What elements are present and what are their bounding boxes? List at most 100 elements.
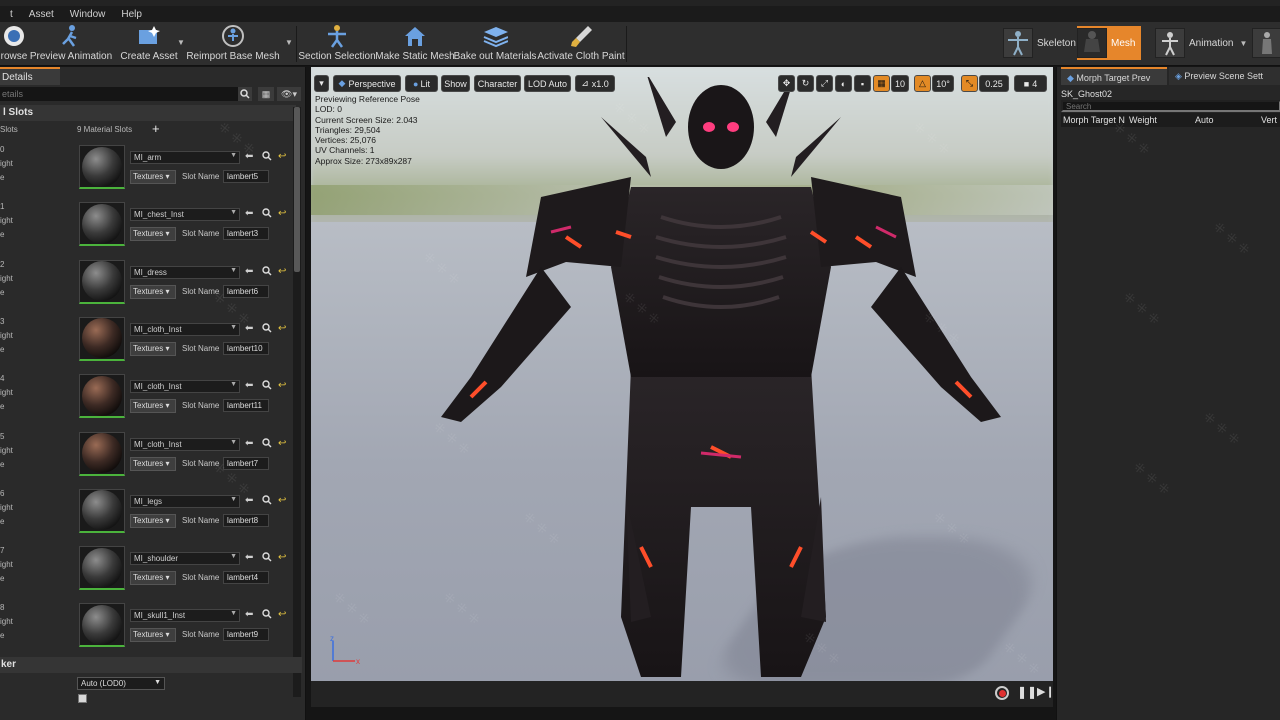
play-forward-button[interactable]: ▶❙ <box>1037 685 1053 698</box>
browse-asset-search-icon[interactable] <box>262 151 272 164</box>
use-selected-asset-icon[interactable]: ⬅ <box>245 151 253 162</box>
rotate-mode-icon[interactable]: ↻ <box>797 75 814 92</box>
reset-to-default-icon[interactable]: ↩ <box>278 495 286 506</box>
slot-name-field[interactable]: lambert4 <box>223 571 269 585</box>
view-options-eye-icon[interactable]: 👁▾ <box>277 87 301 101</box>
morph-search-input[interactable] <box>1061 100 1280 112</box>
bake-out-materials-button[interactable]: Bake out Materials <box>454 22 536 66</box>
browse-asset-search-icon[interactable] <box>262 323 272 336</box>
browse-asset-search-icon[interactable] <box>262 208 272 221</box>
scale-snap-value[interactable]: 0.25 <box>979 75 1009 92</box>
textures-dropdown[interactable]: Textures ▾ <box>130 284 176 299</box>
grid-snap-value[interactable]: 10 <box>891 75 909 92</box>
material-dropdown[interactable]: MI_legs ▼ <box>130 494 240 508</box>
slot-name-field[interactable]: lambert10 <box>223 341 269 355</box>
menu-item-asset[interactable]: Asset <box>29 9 54 20</box>
create-asset-button[interactable]: Create Asset <box>120 22 178 66</box>
animation-dropdown-icon[interactable]: ▼ <box>1239 39 1247 48</box>
reimport-base-mesh-button[interactable]: Reimport Base Mesh <box>186 22 280 66</box>
activate-cloth-paint-button[interactable]: Activate Cloth Paint <box>537 22 625 66</box>
custom-lod-checkbox[interactable] <box>78 694 87 703</box>
mode-physics-button[interactable] <box>1252 26 1280 60</box>
material-thumbnail[interactable] <box>79 374 125 419</box>
menu-item-file[interactable]: t <box>10 9 13 20</box>
reset-to-default-icon[interactable]: ↩ <box>278 208 286 219</box>
browse-asset-search-icon[interactable] <box>262 609 272 622</box>
search-icon[interactable] <box>238 87 252 101</box>
browse-asset-search-icon[interactable] <box>262 265 272 279</box>
use-selected-asset-icon[interactable]: ⬅ <box>245 609 253 620</box>
lod-picker-section-header[interactable]: ker <box>0 657 302 673</box>
playback-speed-button[interactable]: ⊿ x1.0 <box>575 75 615 92</box>
camera-speed-button[interactable]: ■ 4 <box>1014 75 1047 92</box>
material-dropdown[interactable]: MI_skull1_Inst ▼ <box>130 609 240 623</box>
use-selected-asset-icon[interactable]: ⬅ <box>245 438 253 449</box>
material-thumbnail[interactable] <box>79 431 125 476</box>
textures-dropdown[interactable]: Textures ▾ <box>130 399 176 414</box>
material-slots-section-header[interactable]: l Slots <box>0 105 296 121</box>
mode-skeleton-button[interactable]: Skeleton <box>1003 26 1076 60</box>
mode-mesh-button[interactable]: Mesh <box>1077 26 1142 60</box>
preview-animation-button[interactable]: Preview Animation <box>30 22 112 66</box>
textures-dropdown[interactable]: Textures ▾ <box>130 456 176 471</box>
textures-dropdown[interactable]: Textures ▾ <box>130 341 176 356</box>
textures-dropdown[interactable]: Textures ▾ <box>130 227 176 242</box>
scale-snap-icon[interactable]: ⤡ <box>961 75 978 92</box>
column-morph-target-name[interactable]: Morph Target N <box>1063 115 1125 125</box>
browse-asset-search-icon[interactable] <box>262 495 272 508</box>
tab-preview-scene-settings[interactable]: ◈ Preview Scene Sett <box>1169 67 1280 85</box>
slot-name-field[interactable]: lambert9 <box>223 628 269 642</box>
preview-viewport[interactable]: ▾ ◆ Perspective ● Lit Show Character LOD… <box>311 67 1053 707</box>
reset-to-default-icon[interactable]: ↩ <box>278 609 286 620</box>
world-space-icon[interactable]: ◐ <box>835 75 852 92</box>
use-selected-asset-icon[interactable]: ⬅ <box>245 208 253 219</box>
show-button[interactable]: Show <box>441 75 470 92</box>
section-selection-button[interactable]: Section Selection <box>298 22 376 66</box>
material-dropdown[interactable]: MI_cloth_Inst ▼ <box>130 437 240 451</box>
property-matrix-icon[interactable]: ▦ <box>258 87 274 101</box>
record-button[interactable] <box>995 686 1009 700</box>
slot-name-field[interactable]: lambert7 <box>223 456 269 470</box>
material-thumbnail[interactable] <box>79 488 125 533</box>
create-asset-dropdown-icon[interactable]: ▼ <box>177 38 185 47</box>
mode-animation-button[interactable]: Animation ▼ <box>1155 26 1247 60</box>
textures-dropdown[interactable]: Textures ▾ <box>130 571 176 586</box>
rotation-snap-value[interactable]: 10° <box>932 75 954 92</box>
viewport-options-dropdown[interactable]: ▾ <box>314 75 329 92</box>
material-dropdown[interactable]: MI_dress ▼ <box>130 265 240 279</box>
tab-morph-target-preview[interactable]: ◆ Morph Target Prev <box>1061 67 1167 85</box>
menu-item-help[interactable]: Help <box>121 9 142 20</box>
armored-ghost-character-mesh[interactable] <box>431 77 1011 687</box>
material-dropdown[interactable]: MI_cloth_Inst ▼ <box>130 322 240 336</box>
reset-to-default-icon[interactable]: ↩ <box>278 323 286 334</box>
lod-auto-button[interactable]: LOD Auto <box>524 75 571 92</box>
material-thumbnail[interactable] <box>79 603 125 648</box>
lit-button[interactable]: ● Lit <box>405 75 438 92</box>
surface-snap-icon[interactable]: ▪ <box>854 75 871 92</box>
scale-mode-icon[interactable]: ⤢ <box>816 75 833 92</box>
material-thumbnail[interactable] <box>79 546 125 591</box>
use-selected-asset-icon[interactable]: ⬅ <box>245 323 253 334</box>
make-static-mesh-button[interactable]: Make Static Mesh <box>375 22 455 66</box>
reset-to-default-icon[interactable]: ↩ <box>278 266 286 277</box>
details-tab[interactable]: Details <box>0 67 60 85</box>
use-selected-asset-icon[interactable]: ⬅ <box>245 552 253 563</box>
lod-dropdown[interactable]: Auto (LOD0) ▼ <box>77 677 165 690</box>
use-selected-asset-icon[interactable]: ⬅ <box>245 266 253 277</box>
material-dropdown[interactable]: MI_shoulder ▼ <box>130 552 240 566</box>
slot-name-field[interactable]: lambert5 <box>223 170 269 183</box>
textures-dropdown[interactable]: Textures ▾ <box>130 170 176 184</box>
grid-snap-icon[interactable]: ▦ <box>873 75 890 92</box>
material-dropdown[interactable]: MI_arm ▼ <box>130 151 240 164</box>
column-weight[interactable]: Weight <box>1129 115 1157 125</box>
reset-to-default-icon[interactable]: ↩ <box>278 380 286 391</box>
pause-button[interactable]: ❚❚ <box>1017 685 1037 699</box>
material-thumbnail[interactable] <box>79 202 125 247</box>
material-dropdown[interactable]: MI_cloth_Inst ▼ <box>130 380 240 394</box>
textures-dropdown[interactable]: Textures ▾ <box>130 628 176 643</box>
slot-name-field[interactable]: lambert6 <box>223 284 269 298</box>
browse-asset-search-icon[interactable] <box>262 552 272 565</box>
slot-name-field[interactable]: lambert3 <box>223 227 269 241</box>
slot-name-field[interactable]: lambert8 <box>223 513 269 527</box>
perspective-button[interactable]: ◆ Perspective <box>333 75 401 92</box>
